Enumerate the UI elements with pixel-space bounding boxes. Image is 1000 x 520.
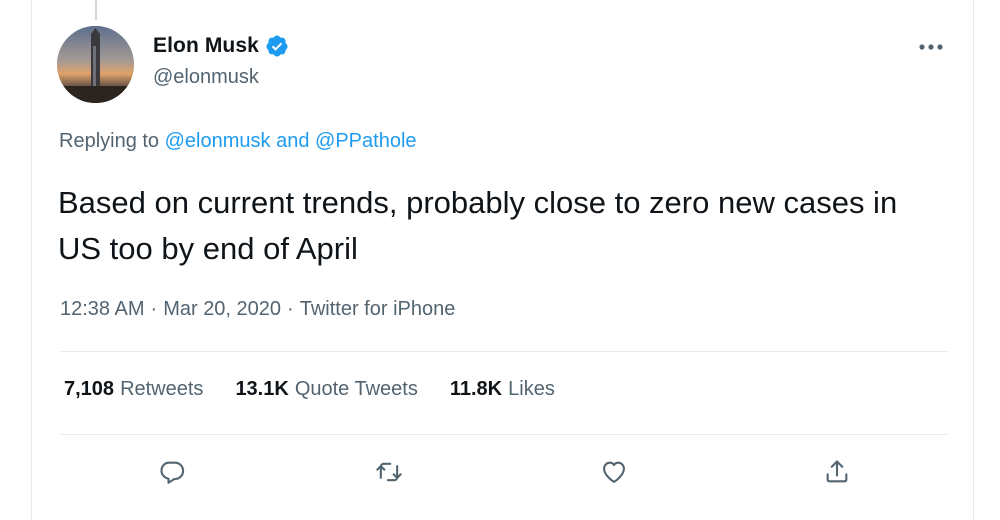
retweets-stat[interactable]: 7,108 Retweets <box>64 378 203 401</box>
like-button[interactable] <box>594 452 634 492</box>
quote-tweets-count: 13.1K <box>235 378 289 400</box>
divider <box>60 351 948 352</box>
mention-link-elonmusk[interactable]: @elonmusk <box>165 130 271 152</box>
tweet-time[interactable]: 12:38 AM <box>60 298 145 321</box>
author-handle[interactable]: @elonmusk <box>153 66 259 89</box>
divider <box>60 434 948 435</box>
author-display-name[interactable]: Elon Musk <box>153 34 259 58</box>
reply-context: Replying to @elonmusk and @PPathole <box>59 130 417 153</box>
retweet-icon <box>376 462 402 482</box>
tweet-stats: 7,108 Retweets 13.1K Quote Tweets 11.8K … <box>64 378 555 401</box>
likes-label: Likes <box>508 378 555 400</box>
quote-tweets-stat[interactable]: 13.1K Quote Tweets <box>235 378 417 401</box>
retweet-button[interactable] <box>369 452 409 492</box>
quote-tweets-label: Quote Tweets <box>294 378 418 400</box>
share-button[interactable] <box>817 452 857 492</box>
tweet-source[interactable]: Twitter for iPhone <box>300 298 456 321</box>
share-icon <box>826 460 848 483</box>
avatar[interactable] <box>57 26 134 103</box>
meta-separator: · <box>287 298 294 320</box>
retweets-label: Retweets <box>120 378 204 400</box>
more-options-button[interactable] <box>905 30 957 64</box>
thread-connector-line <box>95 0 97 20</box>
verified-badge-icon <box>266 35 288 57</box>
tweet-meta: 12:38 AM · Mar 20, 2020 · Twitter for iP… <box>60 298 455 321</box>
reply-context-conjunction: and <box>276 130 310 152</box>
retweets-count: 7,108 <box>64 378 115 400</box>
reply-button[interactable] <box>152 452 192 492</box>
more-horizontal-icon <box>919 44 943 50</box>
author-name-row[interactable]: Elon Musk <box>153 34 289 58</box>
tweet-date[interactable]: Mar 20, 2020 <box>163 298 281 321</box>
reply-context-prefix: Replying to <box>59 130 160 152</box>
avatar-image <box>57 26 134 103</box>
reply-icon <box>160 461 185 484</box>
meta-separator: · <box>150 298 158 320</box>
likes-stat[interactable]: 11.8K Likes <box>450 378 555 401</box>
like-icon <box>603 461 625 483</box>
tweet-text: Based on current trends, probably close … <box>58 185 898 266</box>
mention-link-ppathole[interactable]: @PPathole <box>315 130 416 152</box>
likes-count: 11.8K <box>449 378 503 400</box>
